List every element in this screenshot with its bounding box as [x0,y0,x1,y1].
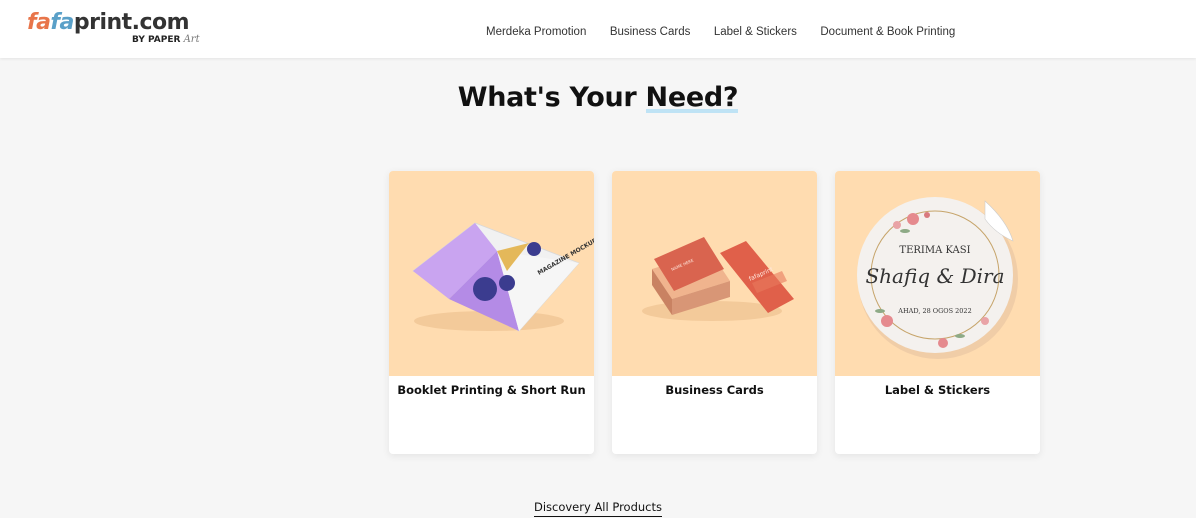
product-card-label-stickers[interactable]: TERIMA KASI Shafiq & Dira AHAD, 28 OGOS … [835,171,1040,454]
nav-merdeka-promotion[interactable]: Merdeka Promotion [486,26,586,38]
magazine-mockup-image: MAGAZINE MOCKUP [389,171,594,376]
title-prefix: What's Your [457,82,646,113]
nav-label-stickers[interactable]: Label & Stickers [714,26,797,38]
site-header: fafaprint.com BY PAPER Art Merdeka Promo… [0,0,1196,58]
page-title: What's Your Need? [0,82,1196,113]
logo-byline: BY PAPER Art [132,34,200,45]
discover-all-products-link[interactable]: Discovery All Products [533,500,663,517]
card-label-business-cards: Business Cards [665,383,764,397]
sticker-line2: Shafiq & Dira [865,264,1004,288]
business-cards-image: NAME HERE fafaprint [612,171,817,376]
product-card-booklet[interactable]: MAGAZINE MOCKUP Booklet Printing & Short… [389,171,594,454]
logo-print-com: print.com [73,10,190,35]
sticker-line1: TERIMA KASI [899,245,970,256]
logo-wordmark: fafaprint.com [27,10,190,36]
product-card-business-cards[interactable]: NAME HERE fafaprint Business Cards [612,171,817,454]
sticker-line3: AHAD, 28 OGOS 2022 [897,307,971,315]
fafaprint-logo[interactable]: fafaprint.com BY PAPER Art [27,10,207,50]
logo-by-paper: BY PAPER [132,35,181,45]
card-label-label-stickers: Label & Stickers [884,383,991,397]
round-sticker-image: TERIMA KASI Shafiq & Dira AHAD, 28 OGOS … [835,171,1040,376]
logo-fa-2: fa [50,10,74,35]
card-label-booklet: Booklet Printing & Short Run [397,383,586,397]
nav-business-cards[interactable]: Business Cards [610,26,691,38]
logo-art: Art [183,34,200,45]
discover-section: Discovery All Products [0,498,1196,517]
main-nav: Merdeka Promotion Business Cards Label &… [486,22,974,40]
nav-document-book-printing[interactable]: Document & Book Printing [820,26,955,38]
title-highlight: Need? [645,82,739,113]
logo-fa-1: fa [27,10,51,35]
